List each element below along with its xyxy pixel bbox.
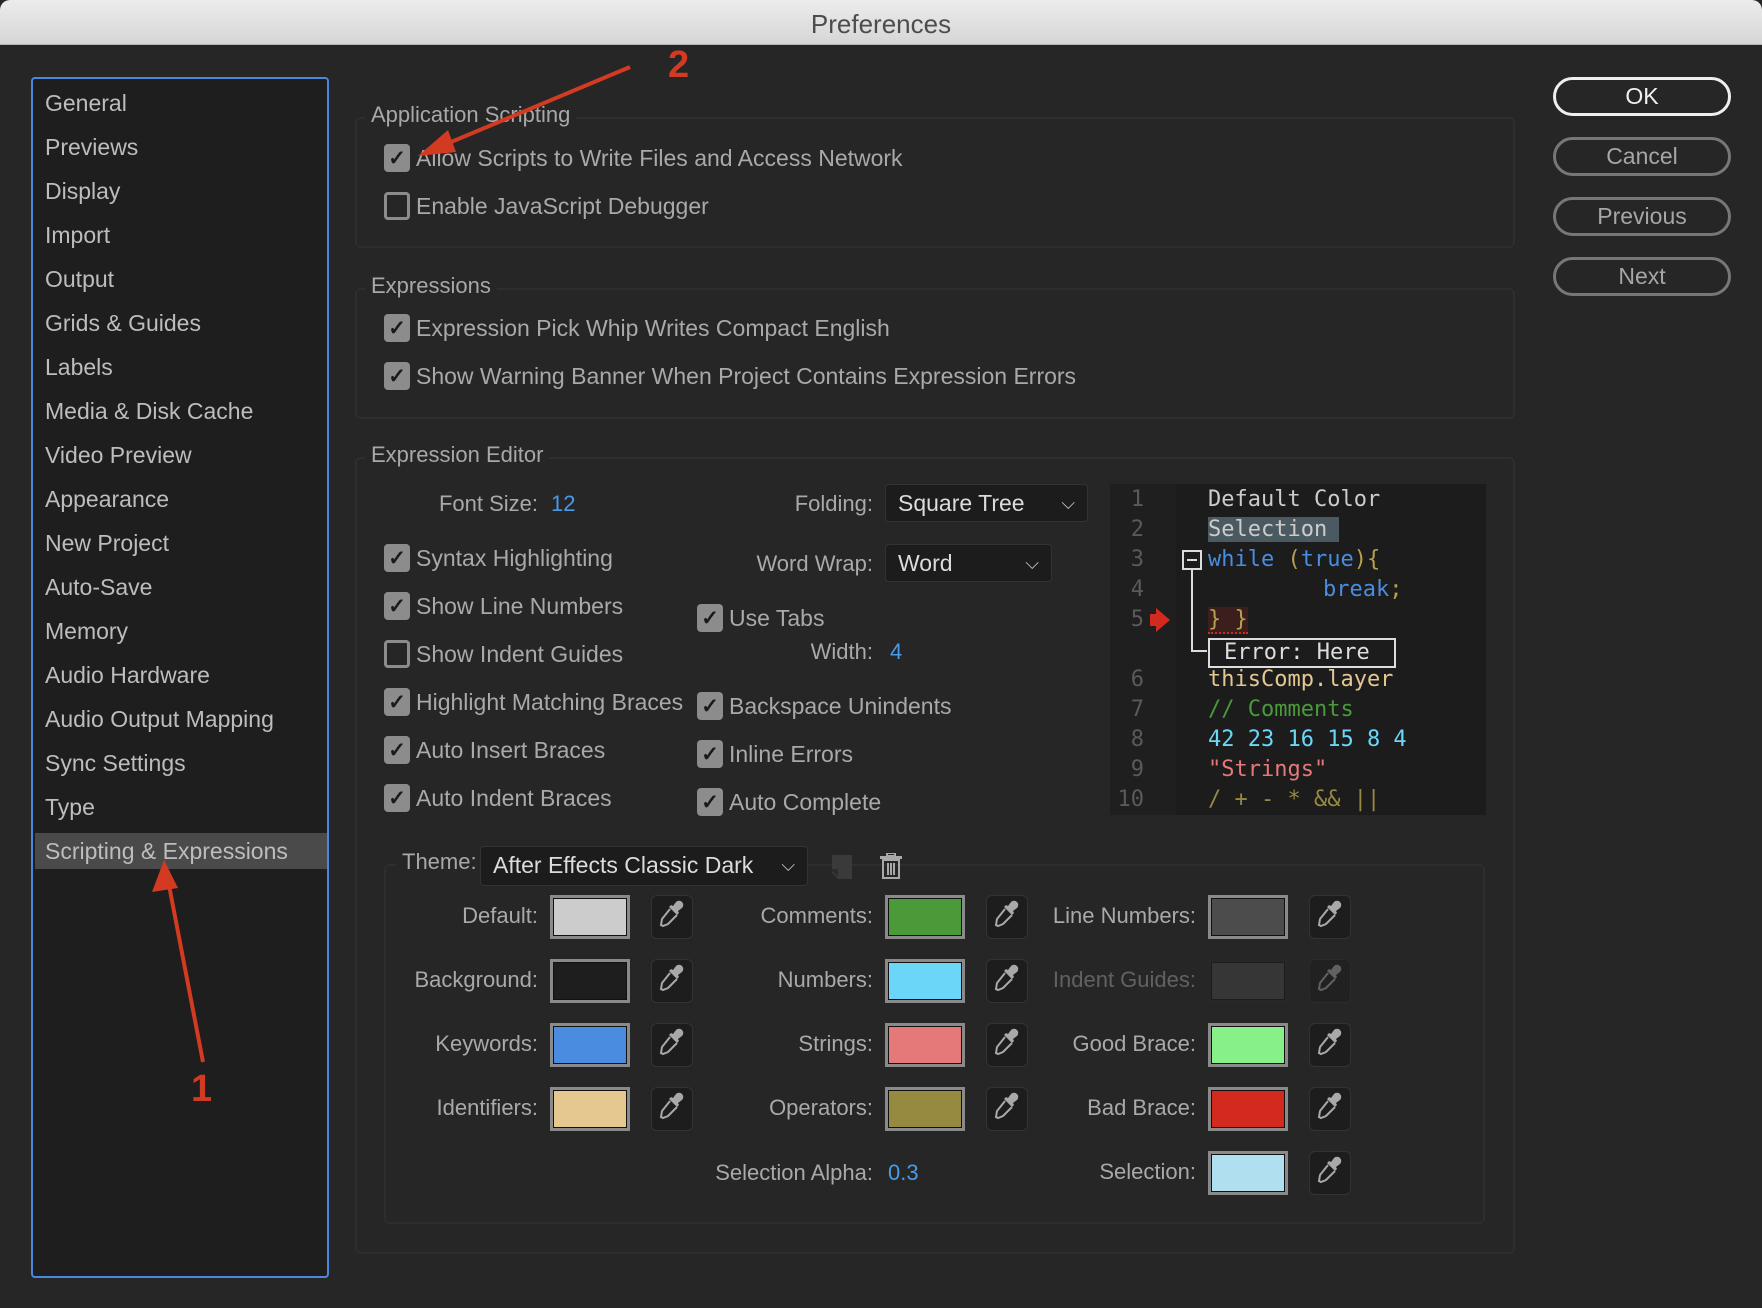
arrowhead-1-icon <box>152 860 178 892</box>
annotation-arrows <box>152 65 631 1063</box>
annotation-label-2: 2 <box>668 44 690 86</box>
annotation-label-1: 1 <box>191 1068 213 1110</box>
annotation-arrow-1 <box>166 879 205 1063</box>
arrowhead-2-icon <box>418 130 456 156</box>
annotation-arrow-2 <box>431 65 631 152</box>
